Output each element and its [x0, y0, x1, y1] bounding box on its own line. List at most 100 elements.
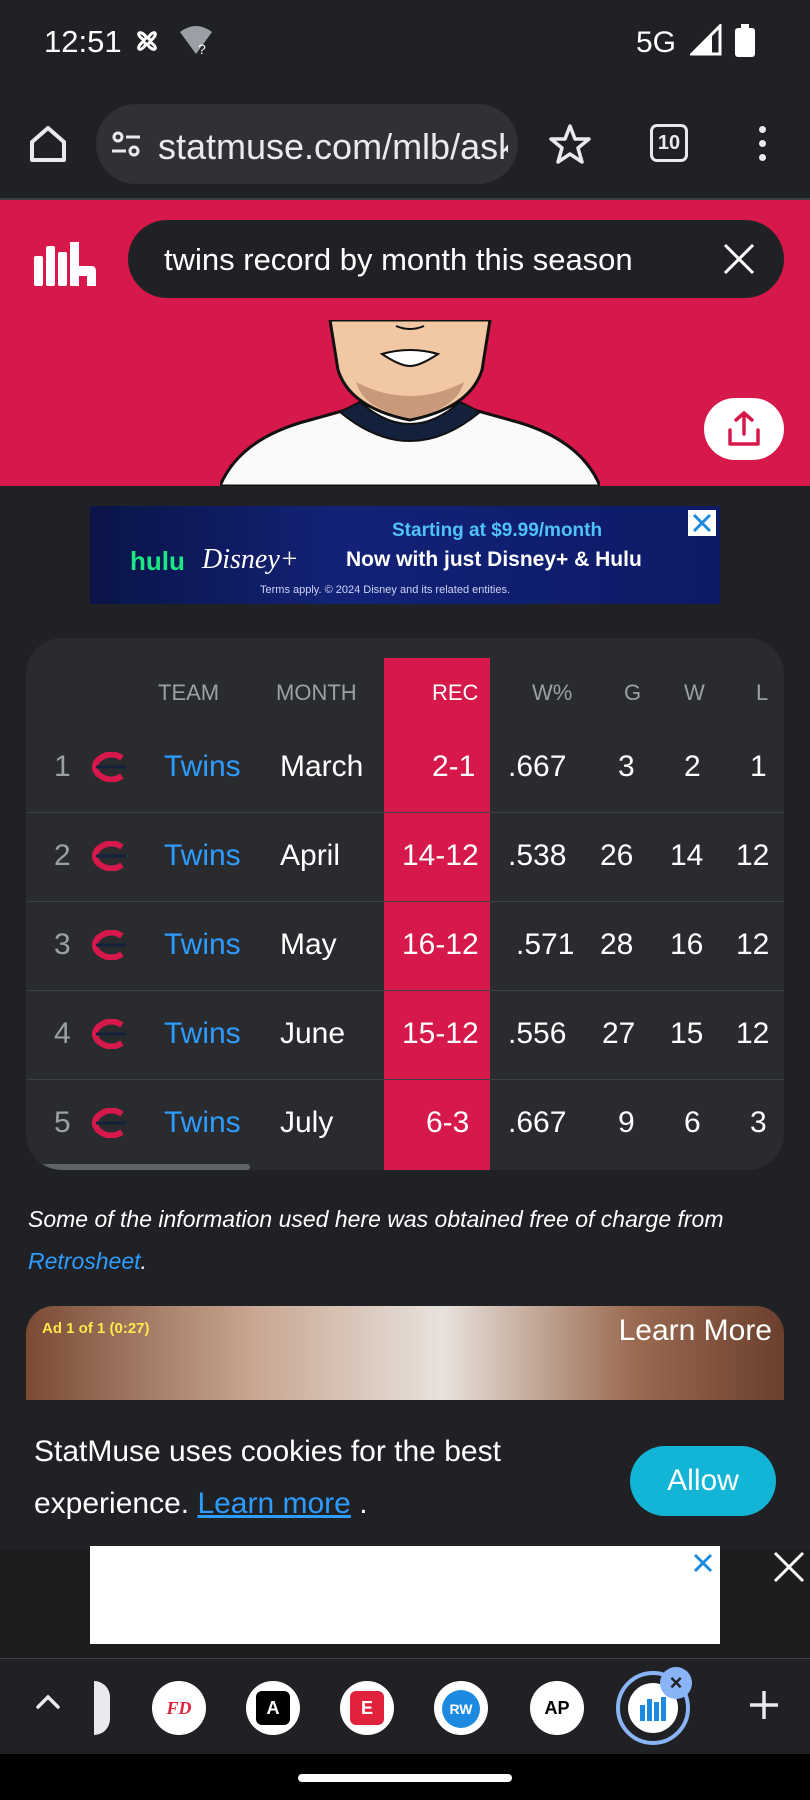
wpct-cell: .538	[508, 839, 567, 872]
cookie-message: StatMuse uses cookies for the best exper…	[34, 1426, 594, 1530]
close-tab-icon[interactable]: ×	[660, 1667, 692, 1699]
share-button[interactable]	[704, 398, 784, 460]
header-l[interactable]: L	[756, 680, 768, 706]
wifi-unknown-icon: ?	[178, 24, 214, 65]
table-row: 3 Twins May 16-12 .571 28 16 12	[26, 902, 784, 991]
month-cell: May	[280, 928, 337, 961]
rec-cell: 6-3	[426, 1106, 470, 1139]
status-time: 12:51	[44, 24, 122, 59]
header-g[interactable]: G	[624, 680, 641, 706]
twins-logo-icon	[92, 752, 126, 782]
new-tab-icon[interactable]	[744, 1685, 784, 1725]
more-menu-icon[interactable]	[752, 122, 772, 168]
table-row: 5 Twins July 6-3 .667 9 6 3	[26, 1080, 784, 1169]
w-cell: 6	[684, 1106, 701, 1139]
tab-app-label: AP	[544, 1698, 570, 1718]
ad-close-icon[interactable]	[688, 510, 716, 536]
ad-price-text: Starting at $9.99/month	[392, 520, 603, 541]
rec-cell: 15-12	[402, 1017, 479, 1050]
rank-cell: 3	[54, 928, 71, 961]
wpct-cell: .571	[516, 928, 575, 961]
allow-cookies-button[interactable]: Allow	[630, 1446, 776, 1516]
l-cell: 12	[736, 928, 770, 961]
header-w[interactable]: W	[684, 680, 705, 706]
table-row: 2 Twins April 14-12 .538 26 14 12	[26, 813, 784, 902]
credit-text: Some of the information used here was ob…	[28, 1206, 724, 1232]
battery-icon	[734, 24, 756, 65]
header-team[interactable]: TEAM	[158, 680, 219, 706]
ad-headline: Now with just Disney+ & Hulu	[346, 548, 642, 571]
month-cell: June	[280, 1017, 346, 1050]
signal-icon	[688, 22, 722, 63]
retrosheet-link[interactable]: Retrosheet	[28, 1248, 141, 1274]
rank-cell: 4	[54, 1017, 71, 1050]
team-link[interactable]: Twins	[164, 1106, 241, 1140]
close-icon[interactable]	[722, 242, 756, 276]
ad-banner[interactable]: hulu Disney+ Starting at $9.99/month Now…	[90, 506, 720, 604]
header-wpct[interactable]: W%	[532, 680, 572, 706]
search-query[interactable]: twins record by month this season	[164, 242, 633, 278]
ad-brand-disney: Disney+	[202, 544, 299, 575]
tab-app-label: FD	[166, 1698, 192, 1718]
header-month[interactable]: MONTH	[276, 680, 357, 706]
address-bar[interactable]: statmuse.com/mlb/ask	[96, 104, 518, 184]
horizontal-scrollbar[interactable]	[26, 1164, 250, 1170]
tab-app-espn[interactable]: E	[340, 1681, 394, 1735]
tab-app-rw[interactable]: RW	[434, 1681, 488, 1735]
g-cell: 27	[602, 1017, 636, 1050]
close-icon[interactable]	[772, 1550, 806, 1584]
table-row: 4 Twins June 15-12 .556 27 15 12	[26, 991, 784, 1080]
wpct-cell: .556	[508, 1017, 567, 1050]
learn-more-button[interactable]: Learn More	[619, 1314, 772, 1348]
statmuse-logo[interactable]	[30, 242, 96, 286]
l-cell: 3	[750, 1106, 767, 1139]
browser-toolbar: statmuse.com/mlb/ask 10	[0, 92, 810, 200]
header-rec[interactable]: REC	[432, 680, 478, 706]
ad-close-icon[interactable]	[690, 1550, 716, 1576]
tab-app-a[interactable]: A	[246, 1681, 300, 1735]
cookie-suffix: .	[350, 1487, 368, 1520]
share-icon	[728, 411, 760, 446]
tab-app-ap[interactable]: AP	[530, 1681, 584, 1735]
player-illustration	[218, 318, 602, 486]
url-text[interactable]: statmuse.com/mlb/ask	[158, 126, 508, 168]
g-cell: 28	[600, 928, 634, 961]
rank-cell: 5	[54, 1106, 71, 1139]
team-link[interactable]: Twins	[164, 1017, 241, 1051]
l-cell: 1	[750, 750, 767, 783]
month-cell: July	[280, 1106, 334, 1139]
month-cell: April	[280, 839, 341, 872]
data-credit: Some of the information used here was ob…	[28, 1198, 768, 1282]
tab-bar: FD A E RW AP ×	[0, 1658, 810, 1754]
wpct-cell: .667	[508, 750, 567, 783]
twins-logo-icon	[92, 1108, 126, 1138]
tab-thumbnail-partial[interactable]	[94, 1681, 110, 1735]
team-link[interactable]: Twins	[164, 928, 241, 962]
team-link[interactable]: Twins	[164, 750, 241, 784]
w-cell: 14	[670, 839, 704, 872]
network-type: 5G	[635, 26, 676, 59]
chevron-up-icon[interactable]	[34, 1691, 62, 1711]
tab-app-label: RW	[442, 1690, 480, 1728]
team-link[interactable]: Twins	[164, 839, 241, 873]
g-cell: 26	[600, 839, 634, 872]
rec-cell: 14-12	[402, 839, 479, 872]
l-cell: 12	[736, 1017, 770, 1050]
bookmark-star-icon[interactable]	[548, 122, 592, 166]
wpct-cell: .667	[508, 1106, 567, 1139]
search-input[interactable]: twins record by month this season	[128, 220, 784, 298]
w-cell: 15	[670, 1017, 704, 1050]
gesture-handle[interactable]	[298, 1774, 512, 1782]
bottom-ad[interactable]	[90, 1546, 720, 1644]
tab-app-fd[interactable]: FD	[152, 1681, 206, 1735]
tab-switcher-button[interactable]: 10	[650, 124, 688, 162]
ad-brand-hulu: hulu	[130, 546, 185, 576]
home-icon[interactable]	[24, 120, 72, 168]
ad-counter: Ad 1 of 1 (0:27)	[42, 1320, 150, 1337]
cookie-learn-more-link[interactable]: Learn more	[197, 1487, 350, 1520]
twins-logo-icon	[92, 930, 126, 960]
video-ad[interactable]: Ad 1 of 1 (0:27) Learn More	[26, 1306, 784, 1400]
site-settings-icon[interactable]	[110, 128, 142, 160]
cookie-banner: StatMuse uses cookies for the best exper…	[0, 1400, 810, 1550]
credit-suffix: .	[140, 1248, 147, 1274]
